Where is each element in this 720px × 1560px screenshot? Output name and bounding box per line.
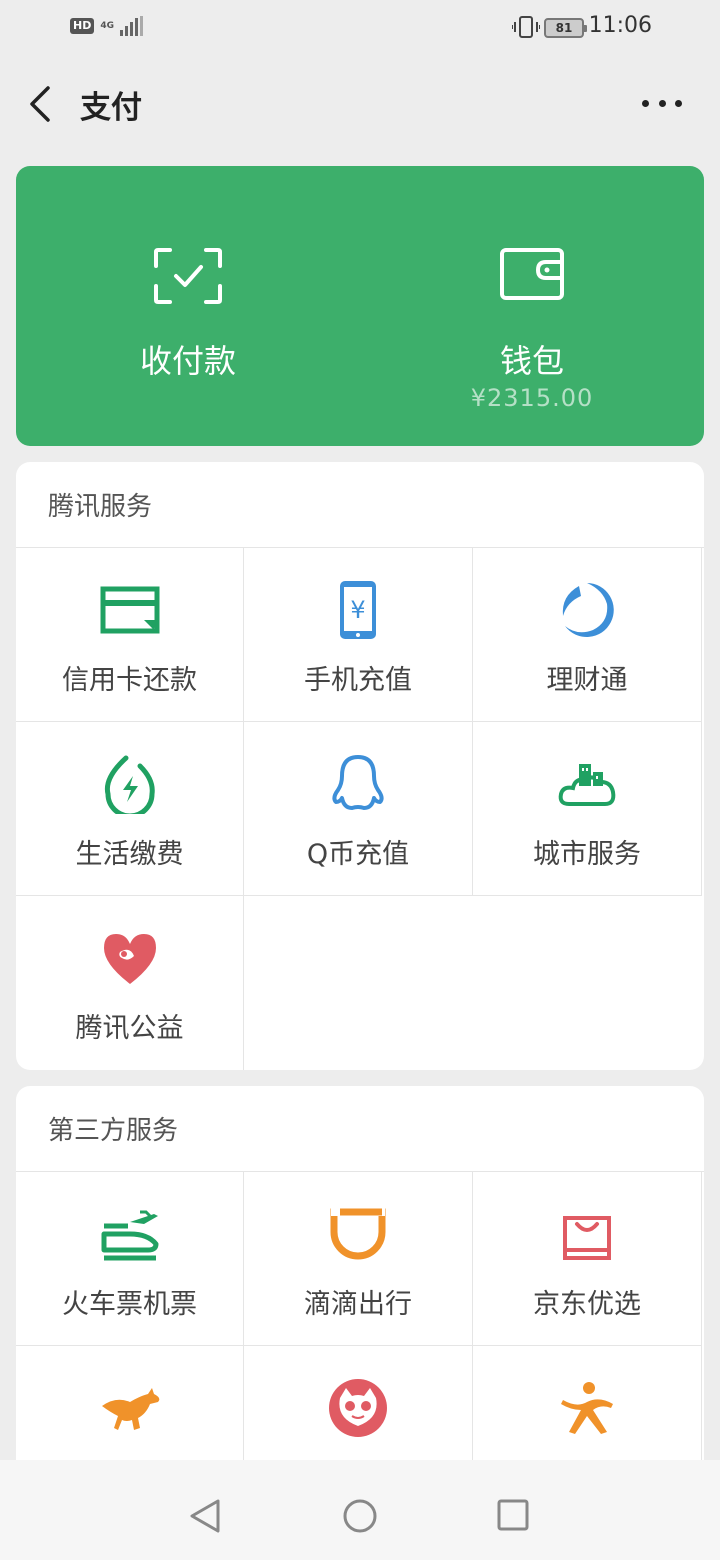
- battery-icon: 81: [544, 18, 587, 38]
- wallet-label: 钱包: [499, 342, 564, 380]
- chevron-left-icon: [30, 86, 50, 122]
- tencent-services-panel: 腾讯服务 信用卡还款 ¥ 手机充值 理财通 生活缴费 Q币充值 城市服务 腾讯公…: [16, 462, 704, 1070]
- service-label: 滴滴出行: [304, 1289, 412, 1320]
- service-wealth[interactable]: 理财通: [473, 548, 702, 722]
- status-bar: HD 4G 81 11:06: [0, 0, 720, 56]
- service-cat[interactable]: [244, 1346, 473, 1466]
- nav-back-button[interactable]: [188, 1498, 222, 1538]
- cat-icon: [329, 1379, 387, 1437]
- page-title: 支付: [80, 90, 142, 126]
- circle-home-icon: [343, 1499, 377, 1533]
- person-icon: [561, 1382, 613, 1434]
- status-time: 11:06: [588, 13, 652, 38]
- service-grid: 火车票机票 滴滴出行 京东优选: [16, 1172, 704, 1466]
- wealth-icon: [562, 583, 614, 637]
- scan-check-icon: [154, 248, 222, 308]
- wallet-button[interactable]: 钱包 ¥2315.00: [360, 166, 704, 446]
- receive-pay-label: 收付款: [139, 342, 236, 380]
- more-dot-icon: [642, 99, 649, 107]
- signal-icon: [120, 16, 143, 36]
- service-kangaroo[interactable]: [16, 1346, 244, 1466]
- service-label: 京东优选: [533, 1289, 641, 1320]
- back-button[interactable]: [26, 84, 58, 124]
- service-label: 城市服务: [533, 839, 641, 870]
- service-label: Q币充值: [306, 839, 410, 870]
- service-didi[interactable]: 滴滴出行: [244, 1172, 473, 1346]
- triangle-back-icon: [190, 1499, 220, 1533]
- more-dot-icon: [658, 99, 666, 107]
- service-label: 信用卡还款: [62, 665, 197, 696]
- nav-recents-button[interactable]: [496, 1498, 530, 1536]
- section-title: 腾讯服务: [16, 462, 704, 548]
- vibrate-icon: [511, 15, 541, 43]
- city-services-icon: [558, 764, 616, 806]
- hd-badge: HD: [70, 18, 95, 34]
- service-label: 火车票机票: [62, 1289, 197, 1320]
- svg-text:¥: ¥: [350, 596, 365, 624]
- jd-shopping-icon: [563, 1216, 611, 1260]
- charity-icon: [103, 934, 156, 984]
- service-label: 生活缴费: [75, 839, 184, 870]
- service-mobile-topup[interactable]: ¥ 手机充值: [244, 548, 473, 722]
- didi-icon: [330, 1208, 386, 1260]
- empty-cell: [244, 896, 473, 1070]
- credit-card-icon: [100, 586, 159, 634]
- train-plane-icon: [101, 1210, 158, 1261]
- service-train-plane[interactable]: 火车票机票: [16, 1172, 244, 1346]
- system-nav-bar: [0, 1460, 720, 1560]
- service-utility[interactable]: 生活缴费: [16, 722, 244, 896]
- nav-home-button[interactable]: [342, 1498, 378, 1538]
- service-label: 腾讯公益: [75, 1013, 184, 1044]
- network-type: 4G: [100, 20, 114, 31]
- service-charity[interactable]: 腾讯公益: [16, 896, 244, 1070]
- service-grid: 信用卡还款 ¥ 手机充值 理财通 生活缴费 Q币充值 城市服务 腾讯公益: [16, 548, 704, 1070]
- section-title: 第三方服务: [16, 1086, 704, 1172]
- service-jd[interactable]: 京东优选: [473, 1172, 702, 1346]
- service-label: 理财通: [546, 665, 628, 696]
- wallet-balance: ¥2315.00: [470, 384, 594, 412]
- empty-cell: [473, 896, 702, 1070]
- third-party-services-panel: 第三方服务 火车票机票 滴滴出行 京东优选: [16, 1086, 704, 1466]
- pay-card: 收付款 钱包 ¥2315.00: [16, 166, 704, 446]
- service-qq-coin[interactable]: Q币充值: [244, 722, 473, 896]
- mobile-topup-icon: ¥: [340, 581, 376, 639]
- more-button[interactable]: [642, 88, 682, 118]
- square-recents-icon: [497, 1499, 529, 1531]
- service-label: 手机充值: [304, 665, 412, 696]
- service-person[interactable]: [473, 1346, 702, 1466]
- receive-pay-button[interactable]: 收付款: [16, 166, 360, 446]
- utility-bill-icon: [104, 755, 155, 814]
- app-header: 支付: [0, 56, 720, 152]
- wallet-icon: [500, 248, 564, 304]
- service-credit-card[interactable]: 信用卡还款: [16, 548, 244, 722]
- kangaroo-icon: [101, 1388, 159, 1430]
- status-left: HD 4G: [70, 16, 144, 36]
- qq-coin-icon: [332, 755, 384, 810]
- battery-level: 81: [555, 21, 573, 35]
- more-dot-icon: [675, 99, 682, 107]
- service-city[interactable]: 城市服务: [473, 722, 702, 896]
